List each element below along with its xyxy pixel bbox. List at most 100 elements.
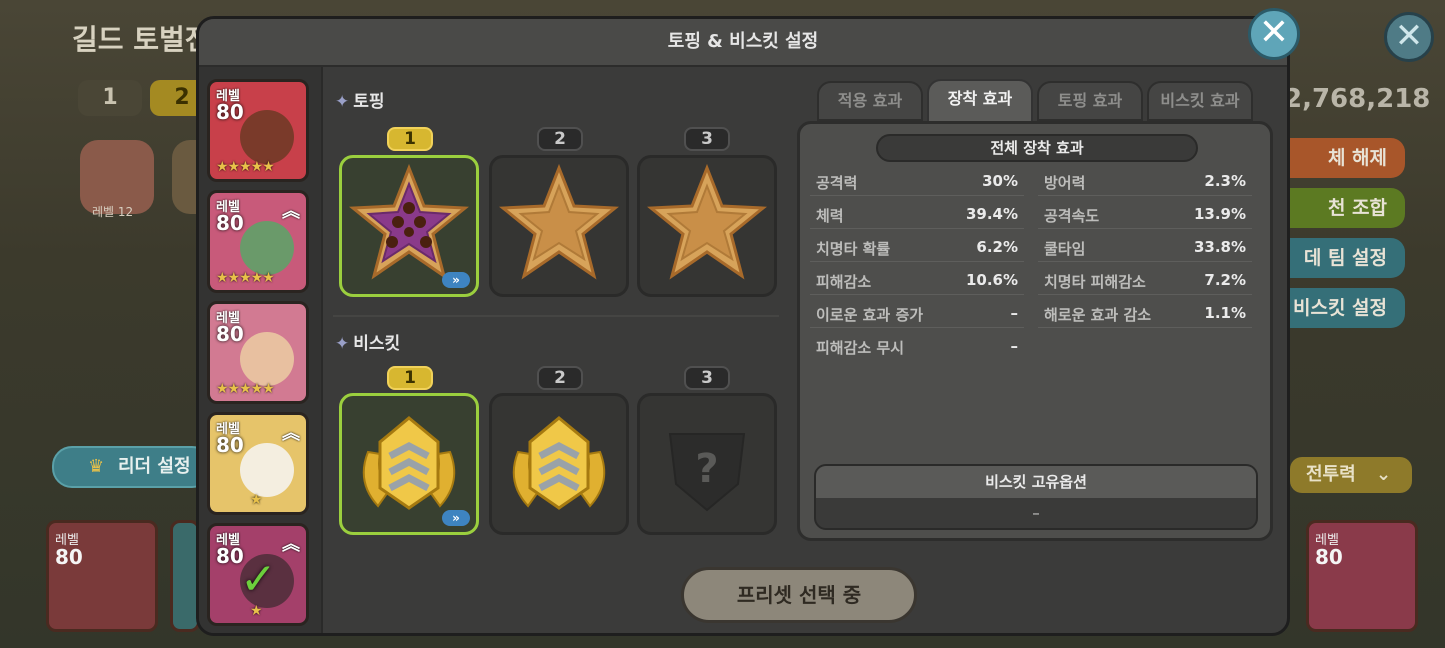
stat-crit-damage-reduction: 치명타 피해감소 7.2% bbox=[1038, 265, 1252, 295]
card-level: 80 bbox=[55, 545, 83, 569]
guild-badge-level: 레벨 12 bbox=[92, 205, 134, 219]
cookie-card-3[interactable]: 레벨 80 ★★★★★ bbox=[207, 301, 309, 404]
stat-value: 1.1% bbox=[1204, 304, 1246, 322]
preset-select-button[interactable]: 프리셋 선택 중 bbox=[681, 567, 917, 623]
chevron-down-icon: ⌄ bbox=[1375, 464, 1392, 485]
topping-section-title: ✦ 토핑 bbox=[335, 87, 385, 112]
cookie-portrait bbox=[240, 443, 294, 497]
more-info-icon[interactable]: » bbox=[442, 510, 470, 526]
stat-name: 해로운 효과 감소 bbox=[1044, 306, 1152, 324]
biscuit-slot-number-1: 1 bbox=[387, 366, 433, 390]
stat-damage-reduction: 피해감소 10.6% bbox=[810, 265, 1024, 295]
biscuit-unique-option: 비스킷 고유옵션 – bbox=[814, 464, 1258, 530]
stat-value: 13.9% bbox=[1193, 205, 1246, 223]
more-info-icon[interactable]: » bbox=[442, 272, 470, 288]
tab-applied-effect[interactable]: 적용 효과 bbox=[817, 81, 923, 121]
team-setting-button[interactable]: 데 팀 설정 bbox=[1270, 238, 1405, 278]
biscuit-slot-3[interactable]: ? bbox=[637, 393, 777, 535]
cookie-card-1[interactable]: 레벨 80 ★★★★★ bbox=[207, 79, 309, 182]
cookie-list: 레벨 80 ★★★★★ 레벨 80 ︽ ★★★★★ 레벨 80 ★★★★★ 레벨… bbox=[199, 67, 323, 633]
selected-check-icon: ✓ bbox=[240, 554, 277, 605]
team-tab-1[interactable]: 1 bbox=[78, 80, 142, 116]
stat-value: 7.2% bbox=[1204, 271, 1246, 289]
stat-name: 피해감소 무시 bbox=[816, 339, 905, 357]
stat-name: 쿨타임 bbox=[1044, 240, 1086, 258]
upgrade-chevron-icon: ︽ bbox=[282, 201, 300, 222]
cookie-card-5[interactable]: 레벨 80 ︽ ✓ ★ bbox=[207, 523, 309, 626]
biscuit-slot-number-3: 3 bbox=[684, 366, 730, 390]
cookie-stars: ★ bbox=[250, 492, 263, 508]
cookie-stars: ★★★★★ bbox=[216, 159, 275, 175]
stat-attack-speed: 공격속도 13.9% bbox=[1038, 199, 1252, 229]
upgrade-chevron-icon: ︽ bbox=[282, 534, 300, 555]
stat-crit-chance: 치명타 확률 6.2% bbox=[810, 232, 1024, 262]
equip-effect-panel: 전체 장착 효과 공격력 30% 체력 39.4% 치명타 확률 6.2% 피해… bbox=[797, 121, 1273, 541]
empty-topping-icon bbox=[647, 164, 767, 280]
topping-slot-number-1: 1 bbox=[387, 127, 433, 151]
stat-cooldown: 쿨타임 33.8% bbox=[1038, 232, 1252, 262]
section-divider bbox=[333, 315, 779, 317]
topping-slot-number-2: 2 bbox=[537, 127, 583, 151]
recommend-combo-button[interactable]: 천 조합 bbox=[1270, 188, 1405, 228]
card-level: 80 bbox=[1315, 545, 1343, 569]
close-icon[interactable]: ✕ bbox=[1248, 8, 1300, 60]
topping-slot-1[interactable]: » bbox=[339, 155, 479, 297]
biscuit-section-title: ✦ 비스킷 bbox=[335, 329, 400, 354]
stat-name: 피해감소 bbox=[816, 273, 872, 291]
stat-debuff-reduction: 해로운 효과 감소 1.1% bbox=[1038, 298, 1252, 328]
stat-value: – bbox=[1010, 304, 1019, 322]
upgrade-chevron-icon: ︽ bbox=[282, 423, 300, 444]
cookie-card-2[interactable]: 레벨 80 ︽ ★★★★★ bbox=[207, 190, 309, 293]
cookie-level: 80 bbox=[216, 211, 244, 235]
unique-option-value: – bbox=[1032, 504, 1040, 522]
topping-slot-3[interactable] bbox=[637, 155, 777, 297]
stat-value: 30% bbox=[982, 172, 1018, 190]
stat-name: 치명타 피해감소 bbox=[1044, 273, 1146, 291]
stat-name: 체력 bbox=[816, 207, 844, 225]
sort-label: 전투력 bbox=[1306, 464, 1356, 485]
biscuit-title-text: 비스킷 bbox=[353, 334, 401, 354]
golden-biscuit-icon bbox=[362, 416, 456, 510]
stat-name: 공격속도 bbox=[1044, 207, 1100, 225]
stat-attack: 공격력 30% bbox=[810, 166, 1024, 196]
cookie-portrait bbox=[240, 332, 294, 386]
topping-slot-2[interactable] bbox=[489, 155, 629, 297]
stat-value: – bbox=[1010, 337, 1019, 355]
stat-value: 2.3% bbox=[1204, 172, 1246, 190]
sort-dropdown[interactable]: 전투력 ⌄ bbox=[1290, 457, 1412, 493]
biscuit-slot-1[interactable]: » bbox=[339, 393, 479, 535]
cookie-level: 80 bbox=[216, 322, 244, 346]
team-cookie-card[interactable]: 레벨 80 bbox=[46, 520, 158, 632]
tab-topping-effect[interactable]: 토핑 효과 bbox=[1037, 81, 1143, 121]
stat-value: 6.2% bbox=[976, 238, 1018, 256]
leader-setting-label: 리더 설정 bbox=[118, 456, 191, 477]
unique-option-title: 비스킷 고유옵션 bbox=[816, 466, 1256, 498]
topping-slot-number-3: 3 bbox=[684, 127, 730, 151]
stat-name: 공격력 bbox=[816, 174, 858, 192]
unknown-mark: ? bbox=[695, 446, 718, 492]
cookie-stars: ★ bbox=[250, 603, 263, 619]
cookie-portrait bbox=[240, 221, 294, 275]
tab-equip-effect[interactable]: 장착 효과 bbox=[927, 79, 1033, 123]
biscuit-slot-2[interactable] bbox=[489, 393, 629, 535]
unequip-all-button[interactable]: 체 해제 bbox=[1270, 138, 1405, 178]
stat-name: 치명타 확률 bbox=[816, 240, 891, 258]
stat-name: 방어력 bbox=[1044, 174, 1086, 192]
sparkle-icon: ✦ bbox=[335, 92, 350, 112]
cookie-card-4[interactable]: 레벨 80 ︽ ★ bbox=[207, 412, 309, 515]
biscuit-setting-button[interactable]: 비스킷 설정 bbox=[1270, 288, 1405, 328]
leader-setting-button[interactable]: ♛ 리더 설정 bbox=[52, 446, 212, 488]
cookie-portrait bbox=[240, 110, 294, 164]
stat-dmg-reduction-ignore: 피해감소 무시 – bbox=[810, 331, 1024, 361]
team-cookie-card[interactable]: 레벨 80 bbox=[1306, 520, 1418, 632]
choco-topping-icon bbox=[349, 164, 469, 280]
stat-value: 39.4% bbox=[965, 205, 1018, 223]
tab-biscuit-effect[interactable]: 비스킷 효과 bbox=[1147, 81, 1253, 121]
topping-biscuit-modal: 토핑 & 비스킷 설정 레벨 80 ★★★★★ 레벨 80 ︽ ★★★★★ 레벨… bbox=[196, 16, 1290, 636]
stat-hp: 체력 39.4% bbox=[810, 199, 1024, 229]
stat-value: 33.8% bbox=[1193, 238, 1246, 256]
topping-title-text: 토핑 bbox=[353, 92, 385, 112]
screen-close-button[interactable]: ✕ bbox=[1384, 12, 1434, 62]
golden-biscuit-icon bbox=[512, 416, 606, 510]
stat-defense: 방어력 2.3% bbox=[1038, 166, 1252, 196]
